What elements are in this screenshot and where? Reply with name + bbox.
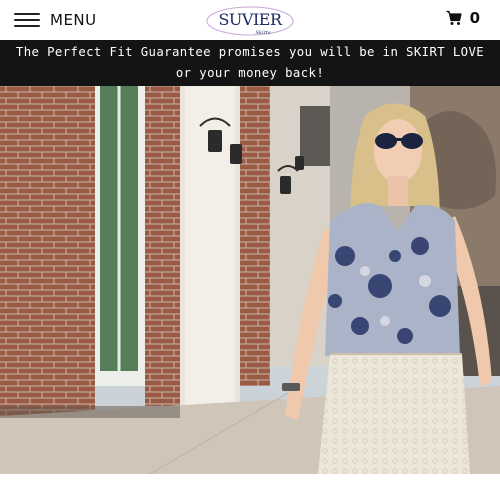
logo-mark: SUVIER Skirts [206, 6, 294, 36]
hamburger-icon [14, 12, 40, 28]
hero-image [0, 86, 500, 474]
site-header: MENU SUVIER Skirts 0 [0, 0, 500, 40]
hero-photo [0, 86, 500, 474]
cart-icon [446, 10, 462, 25]
logo-subtext: Skirts [255, 30, 270, 36]
menu-label: MENU [50, 11, 97, 29]
cart-button[interactable]: 0 [446, 9, 480, 27]
announcement-bar: The Perfect Fit Guarantee promises you w… [0, 40, 500, 86]
page-below-hero [0, 474, 500, 500]
announcement-text: The Perfect Fit Guarantee promises you w… [15, 45, 485, 80]
cart-count: 0 [469, 9, 480, 27]
logo-text: SUVIER [218, 10, 283, 29]
store-logo[interactable]: SUVIER Skirts [205, 2, 295, 38]
menu-button[interactable]: MENU [14, 8, 97, 32]
